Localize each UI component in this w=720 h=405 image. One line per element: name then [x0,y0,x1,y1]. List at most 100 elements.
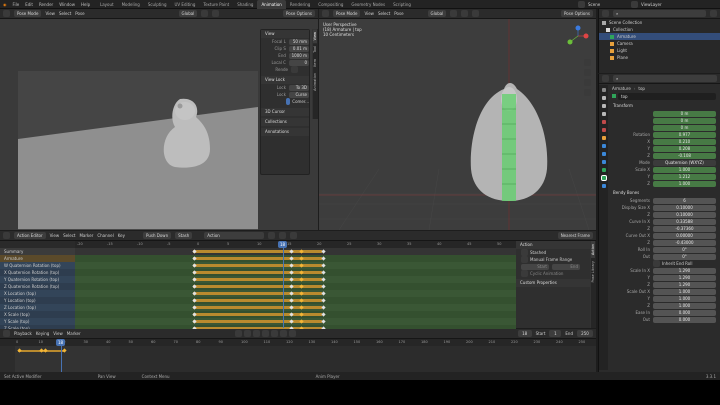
location-x-field[interactable]: 0 m [653,110,716,117]
inherit-end-roll-checkbox[interactable] [653,260,660,267]
tab-scripting[interactable]: Scripting [389,0,415,9]
orientation-dropdown[interactable]: Global [427,10,447,17]
scale-in-y-field[interactable]: 1.290 [653,274,716,281]
bone-constraint-tab-icon[interactable] [601,184,606,188]
display-size-z-field[interactable]: 0.10000 [653,211,716,218]
render-tab-icon[interactable] [601,96,606,100]
keyframe-dot[interactable] [321,284,326,289]
fake-user-icon[interactable] [268,232,276,239]
blender-logo-icon[interactable]: ◉ [3,2,7,7]
unlink-action-icon[interactable] [290,232,298,239]
bendy-bones-panel[interactable]: Bendy Bones [609,189,720,197]
zoom-icon[interactable] [584,59,591,66]
snap-icon[interactable] [212,10,220,17]
menu-help[interactable]: Help [81,2,90,7]
select-menu[interactable]: Select [378,11,390,16]
channel-menu[interactable]: Channel [97,233,113,238]
display-size-x-field[interactable]: 0.10000 [653,204,716,211]
tab-texture-paint[interactable]: Texture Paint [199,0,233,9]
channel-row[interactable]: Y Location (top) [0,297,75,304]
curve-in-z-field[interactable]: -0.37360 [653,225,716,232]
transform-panel[interactable]: Transform [609,102,720,110]
tab-shading[interactable]: Shading [233,0,257,9]
outliner-search[interactable]: ⌕ [613,10,706,17]
keyframe-dot[interactable] [321,305,326,310]
record-icon[interactable] [234,330,242,337]
range-start-field[interactable]: Start [521,263,549,270]
modifier-tab-icon[interactable] [601,144,606,148]
end-frame-field[interactable]: 250 [577,330,593,337]
scale-x-field[interactable]: 1.000 [653,166,716,173]
channel-row[interactable]: X Location (top) [0,290,75,297]
pivot-icon[interactable] [201,10,209,17]
keyframe-dot[interactable] [321,298,326,303]
editor-type-icon[interactable] [602,10,609,17]
rotation-y-field[interactable]: 0.208 [653,145,716,152]
tab-modeling[interactable]: Modeling [118,0,144,9]
rotation-x-field[interactable]: 0.210 [653,138,716,145]
navigation-gizmo[interactable] [564,22,592,58]
sidebar-tab-view[interactable]: View [313,29,317,44]
cursor-panel[interactable]: 3D Cursor [261,108,309,116]
view-menu[interactable]: View [50,233,60,238]
collections-panel[interactable]: Collections [261,118,309,126]
clip-end-field[interactable]: 1000 m [288,52,309,59]
view-menu[interactable]: View [53,331,63,336]
keyframe-dot[interactable] [321,319,326,324]
rotation-w-field[interactable]: 0.977 [653,131,716,138]
ease-in-field[interactable]: 0.000 [653,309,716,316]
keyframe-dot[interactable] [321,270,326,275]
scene-name[interactable]: Scene [588,2,628,7]
tab-layout[interactable]: Layout [96,0,118,9]
world-tab-icon[interactable] [601,128,606,132]
play-reverse-icon[interactable] [261,330,269,337]
action-panel-title[interactable]: Action [516,241,590,249]
channel-row[interactable]: Y Scale (top) [0,318,75,325]
mode-dropdown[interactable]: Pose Mode [14,10,42,17]
channel-row[interactable]: W Quaternion Rotation (top) [0,262,75,269]
focal-field[interactable]: 50 mm [288,38,309,45]
view-layer-name[interactable]: ViewLayer [641,2,662,7]
timeline-playhead[interactable] [61,346,62,372]
menu-edit[interactable]: Edit [25,2,33,7]
current-frame-field[interactable]: 18 [517,330,532,337]
start-frame-field[interactable]: 1 [549,330,562,337]
tab-rendering[interactable]: Rendering [286,0,314,9]
keyframe-dot[interactable] [321,263,326,268]
constraints-tab-icon[interactable] [601,160,606,164]
scale-out-x-field[interactable]: 1.000 [653,288,716,295]
scene-tab-icon[interactable] [601,120,606,124]
stashed-checkbox[interactable] [521,249,528,256]
range-end-field[interactable]: End [552,263,580,270]
mode-dropdown[interactable]: Pose Mode [333,10,361,17]
rotation-mode-dropdown[interactable]: Quaternion (WXYZ) [653,159,716,166]
pan-hand-icon[interactable] [584,69,591,76]
jump-end-icon[interactable] [288,330,296,337]
curve-out-z-field[interactable]: -0.43000 [653,239,716,246]
menu-render[interactable]: Render [39,2,53,7]
roll-out-field[interactable]: 0° [653,253,716,260]
pose-menu[interactable]: Pose [394,11,403,16]
camera-viewport[interactable]: Pose Mode View Select Pose Global Pose O… [0,9,318,230]
curve-out-x-field[interactable]: 0.00000 [653,232,716,239]
scale-in-x-field[interactable]: 1.290 [653,267,716,274]
dopesheet-mode-dropdown[interactable]: Action Editor [14,232,46,239]
clip-start-field[interactable]: 0.01 m [288,45,309,52]
current-frame-badge[interactable]: 18 [278,241,288,248]
push-down-button[interactable]: Push Down [143,232,172,239]
dopesheet-ruler[interactable]: -20 -15 -10 -5 0 5 10 15 20 25 30 35 40 45 50 18 [75,241,516,248]
scale-z-field[interactable]: 1.000 [653,180,716,187]
playhead-line[interactable] [283,248,284,328]
editor-type-icon[interactable] [322,10,329,17]
timeline-ruler[interactable]: 0102030405060708090100110120130140150160… [0,339,596,346]
view-lock-title[interactable]: View Lock [261,76,309,84]
outliner-item[interactable]: Camera [599,40,720,47]
roll-in-field[interactable]: 0° [653,246,716,253]
view-menu[interactable]: View [45,11,55,16]
prev-key-icon[interactable] [252,330,260,337]
timeline-frame-badge[interactable]: 18 [56,339,66,346]
bone-name-field[interactable]: top [618,92,716,100]
keyframe-dot[interactable] [321,312,326,317]
keyframe-dot[interactable] [321,291,326,296]
tab-animation[interactable]: Animation [257,0,286,9]
